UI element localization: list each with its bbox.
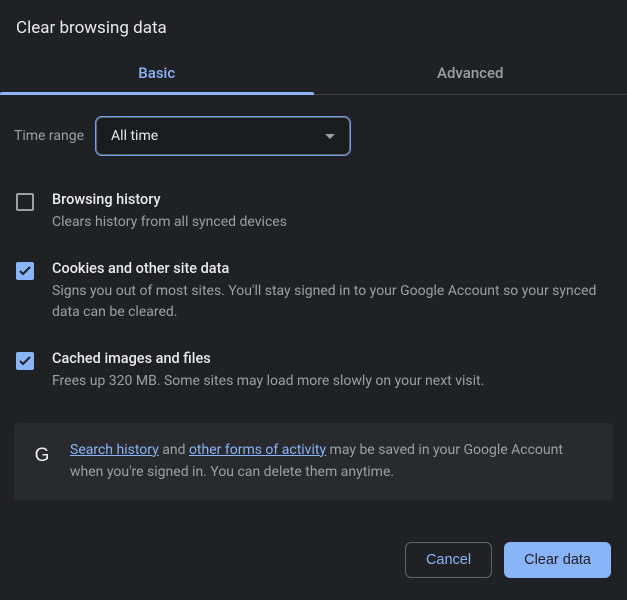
clear-data-button[interactable]: Clear data xyxy=(504,542,611,578)
tab-basic[interactable]: Basic xyxy=(0,50,314,94)
chevron-down-icon xyxy=(325,128,335,144)
checkbox-browsing-history[interactable] xyxy=(16,193,34,211)
notice-text: Search history and other forms of activi… xyxy=(70,439,595,484)
option-browsing-history: Browsing history Clears history from all… xyxy=(14,181,613,250)
notice-mid1: and xyxy=(159,442,189,458)
option-cookies: Cookies and other site data Signs you ou… xyxy=(14,250,613,340)
option-cache: Cached images and files Frees up 320 MB.… xyxy=(14,340,613,409)
dialog-footer: Cancel Clear data xyxy=(405,542,611,578)
option-browsing-history-desc: Clears history from all synced devices xyxy=(52,212,613,234)
clear-data-button-label: Clear data xyxy=(524,552,591,568)
options-list: Browsing history Clears history from all… xyxy=(0,165,627,409)
tab-bar: Basic Advanced xyxy=(0,50,627,95)
checkbox-cookies[interactable] xyxy=(16,262,34,280)
checkbox-cache[interactable] xyxy=(16,352,34,370)
cancel-button-label: Cancel xyxy=(426,552,471,568)
option-cookies-desc: Signs you out of most sites. You'll stay… xyxy=(52,281,613,324)
tab-advanced-label: Advanced xyxy=(437,64,503,82)
option-cache-title: Cached images and files xyxy=(52,350,613,367)
google-account-notice: G Search history and other forms of acti… xyxy=(14,423,613,500)
option-cache-desc: Frees up 320 MB. Some sites may load mor… xyxy=(52,371,613,393)
time-range-row: Time range All time xyxy=(0,95,627,165)
time-range-label: Time range xyxy=(14,128,84,144)
tab-basic-label: Basic xyxy=(138,64,175,82)
option-browsing-history-title: Browsing history xyxy=(52,191,613,208)
time-range-value: All time xyxy=(111,128,158,144)
time-range-select[interactable]: All time xyxy=(96,117,350,155)
clear-browsing-data-dialog: Clear browsing data Basic Advanced Time … xyxy=(0,0,627,600)
option-cookies-title: Cookies and other site data xyxy=(52,260,613,277)
google-g-icon: G xyxy=(32,445,52,465)
cancel-button[interactable]: Cancel xyxy=(405,542,492,578)
tab-advanced[interactable]: Advanced xyxy=(314,50,627,94)
dialog-title: Clear browsing data xyxy=(0,0,627,50)
link-other-activity[interactable]: other forms of activity xyxy=(189,442,326,458)
link-search-history[interactable]: Search history xyxy=(70,442,159,458)
